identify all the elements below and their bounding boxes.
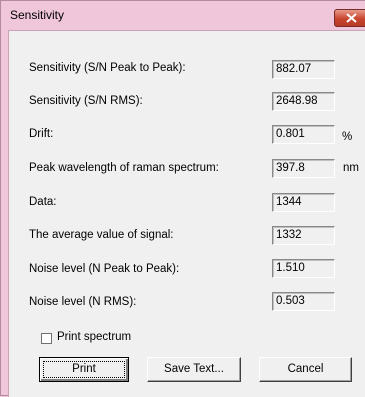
unit-peak-wavelength: nm	[343, 162, 359, 174]
title-bar[interactable]: Sensitivity	[1, 1, 365, 31]
label-drift: Drift:	[29, 128, 54, 140]
value-data[interactable]: 1344	[272, 193, 335, 212]
label-noise-rms: Noise level (N RMS):	[29, 296, 137, 308]
save-text-button-label: Save Text...	[164, 363, 224, 375]
value-noise-peak-to-peak[interactable]: 1.510	[272, 259, 335, 278]
value-sensitivity-peak-to-peak[interactable]: 882.07	[272, 60, 335, 79]
cancel-button[interactable]: Cancel	[259, 357, 352, 382]
label-peak-wavelength: Peak wavelength of raman spectrum:	[29, 162, 219, 174]
window-title: Sensitivity	[10, 8, 65, 22]
value-drift[interactable]: 0.801	[272, 125, 335, 144]
label-data: Data:	[29, 196, 57, 208]
cancel-button-label: Cancel	[287, 363, 324, 375]
close-button[interactable]	[334, 9, 365, 27]
value-noise-rms[interactable]: 0.503	[272, 292, 335, 311]
value-average-signal[interactable]: 1332	[272, 226, 335, 245]
value-peak-wavelength[interactable]: 397.8	[272, 159, 335, 178]
print-button[interactable]: Print	[39, 357, 129, 382]
label-average-signal: The average value of signal:	[29, 229, 174, 241]
close-icon	[346, 13, 357, 23]
label-sensitivity-peak-to-peak: Sensitivity (S/N Peak to Peak):	[29, 62, 186, 74]
save-text-button[interactable]: Save Text...	[147, 357, 241, 382]
print-spectrum-label[interactable]: Print spectrum	[57, 331, 131, 343]
unit-drift: %	[342, 131, 353, 143]
value-sensitivity-rms[interactable]: 2648.98	[272, 92, 335, 111]
label-sensitivity-rms: Sensitivity (S/N RMS):	[29, 95, 143, 107]
print-spectrum-checkbox[interactable]	[41, 333, 52, 344]
focus-rectangle	[43, 361, 125, 378]
label-noise-peak-to-peak: Noise level (N Peak to Peak):	[29, 263, 180, 275]
